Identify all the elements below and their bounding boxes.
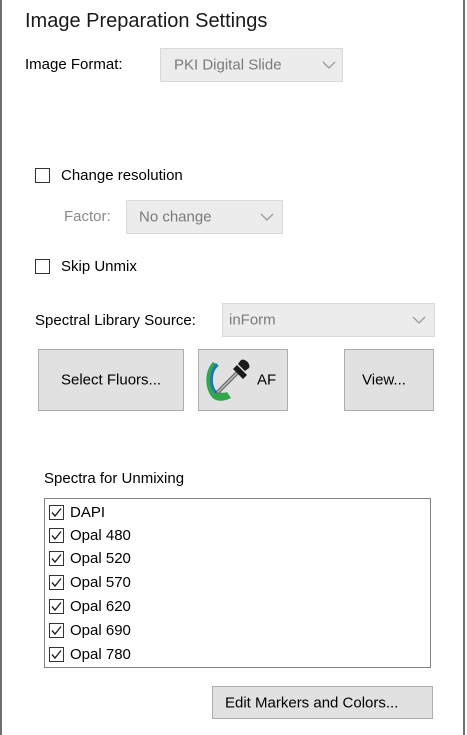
change-resolution-checkbox[interactable] [35, 168, 50, 183]
checkmark-icon [51, 602, 62, 612]
eyedropper-icon [206, 359, 250, 401]
skip-unmix-label: Skip Unmix [61, 258, 137, 275]
panel-right-border [463, 0, 465, 735]
spectral-library-value: inForm [229, 311, 276, 329]
spectra-item-checkbox[interactable] [49, 551, 64, 566]
edit-markers-label: Edit Markers and Colors... [225, 694, 399, 711]
spectra-item-checkbox[interactable] [49, 528, 64, 543]
factor-dropdown[interactable]: No change [126, 200, 283, 234]
spectra-item-checkbox[interactable] [49, 623, 64, 638]
chevron-down-icon [322, 61, 336, 69]
spectra-item-checkbox[interactable] [49, 575, 64, 590]
select-fluors-label: Select Fluors... [61, 371, 162, 389]
checkmark-icon [51, 508, 62, 518]
spectra-item-opal-620[interactable]: Opal 620 [49, 596, 419, 618]
panel-left-border [0, 0, 2, 735]
change-resolution-label: Change resolution [61, 167, 183, 184]
spectra-item-checkbox[interactable] [49, 599, 64, 614]
skip-unmix-checkbox[interactable] [35, 259, 50, 274]
spectra-item-label: Opal 620 [70, 598, 131, 615]
spectral-library-label: Spectral Library Source: [35, 312, 196, 329]
panel-title: Image Preparation Settings [25, 10, 268, 32]
image-format-dropdown[interactable]: PKI Digital Slide [160, 48, 343, 82]
image-format-value: PKI Digital Slide [174, 56, 282, 74]
spectra-item-dapi[interactable]: DAPI [49, 502, 419, 524]
select-fluors-button[interactable]: Select Fluors... [38, 349, 184, 411]
factor-label: Factor: [64, 208, 111, 225]
spectra-item-checkbox[interactable] [49, 505, 64, 520]
checkmark-icon [51, 650, 62, 660]
edit-markers-button[interactable]: Edit Markers and Colors... [212, 686, 433, 719]
spectra-item-opal-780[interactable]: Opal 780 [49, 644, 419, 666]
checkmark-icon [51, 578, 62, 588]
chevron-down-icon [260, 213, 274, 221]
spectra-item-label: DAPI [70, 504, 106, 521]
spectra-item-opal-480[interactable]: Opal 480 [49, 525, 419, 547]
spectra-label: Spectra for Unmixing [44, 470, 185, 487]
spectra-item-opal-520[interactable]: Opal 520 [49, 548, 419, 570]
checkmark-icon [51, 531, 62, 541]
spectra-item-label: Opal 520 [70, 550, 131, 567]
image-preparation-panel: Image Preparation Settings Image Format:… [0, 0, 467, 735]
view-button[interactable]: View... [344, 349, 434, 411]
spectra-item-label: Opal 690 [70, 622, 131, 639]
spectral-library-dropdown[interactable]: inForm [222, 303, 435, 337]
spectra-listbox[interactable]: DAPI Opal 480 Opal 520 Opal 570 Opal 620 [44, 498, 431, 668]
af-button[interactable]: AF [198, 349, 288, 411]
checkmark-icon [51, 626, 62, 636]
view-label: View... [362, 371, 406, 389]
spectra-item-opal-570[interactable]: Opal 570 [49, 572, 419, 594]
spectra-item-checkbox[interactable] [49, 647, 64, 662]
spectra-item-opal-690[interactable]: Opal 690 [49, 620, 419, 642]
spectra-item-label: Opal 570 [70, 574, 131, 591]
image-format-label: Image Format: [25, 56, 123, 73]
spectra-item-label: Opal 480 [70, 527, 131, 544]
checkmark-icon [51, 554, 62, 564]
af-label: AF [257, 371, 277, 389]
spectra-item-label: Opal 780 [70, 646, 131, 663]
chevron-down-icon [412, 316, 426, 324]
factor-value: No change [139, 208, 212, 226]
